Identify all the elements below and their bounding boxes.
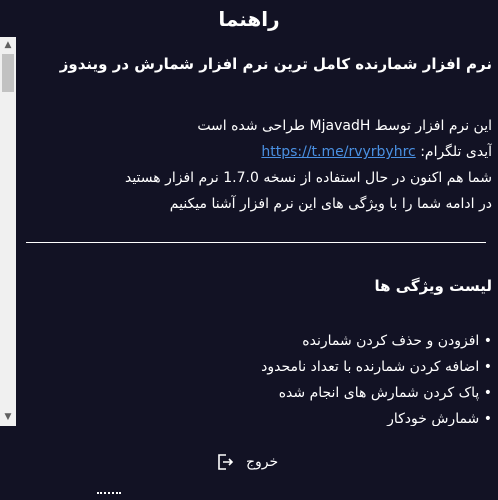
telegram-label: آیدی تلگرام:: [420, 144, 492, 160]
features-title: لیست ویژگی ها: [374, 277, 492, 295]
divider: [26, 242, 486, 243]
exit-label: خروج: [246, 454, 279, 470]
telegram-link[interactable]: https://t.me/rvyrbyhrc: [261, 144, 415, 160]
chevron-up-icon: ▲: [4, 40, 12, 50]
vertical-scrollbar[interactable]: ▲ ▼: [0, 37, 16, 426]
intro-line-version: شما هم اکنون در حال استفاده از نسخه 1.7.…: [124, 170, 492, 186]
chevron-down-icon: ▼: [4, 412, 12, 422]
scrollbar-thumb[interactable]: [2, 54, 14, 92]
list-item: پاک کردن شمارش های انجام شده: [261, 380, 492, 406]
scroll-up-button[interactable]: ▲: [0, 37, 16, 54]
exit-button[interactable]: خروج: [216, 450, 278, 474]
list-item: شمارش خودکار: [261, 406, 492, 426]
help-content: نرم افزار شمارنده کامل ترین نرم افزار شم…: [22, 37, 492, 426]
exit-icon: [218, 454, 234, 470]
intro-line-author: این نرم افزار توسط MjavadH طراحی شده است: [197, 118, 492, 134]
features-list: افزودن و حذف کردن شمارنده اضافه کردن شما…: [261, 328, 492, 426]
window-title: راهنما: [218, 7, 280, 31]
telegram-row: آیدی تلگرام: https://t.me/rvyrbyhrc: [125, 139, 492, 165]
list-item: اضافه کردن شمارنده با تعداد نامحدود: [261, 354, 492, 380]
intro-line-features: در ادامه شما را با ویژگی های این نرم افز…: [169, 196, 492, 212]
content-heading: نرم افزار شمارنده کامل ترین نرم افزار شم…: [59, 55, 492, 73]
scroll-down-button[interactable]: ▼: [0, 409, 16, 426]
intro-paragraph: این نرم افزار توسط MjavadH طراحی شده است…: [125, 113, 492, 217]
list-item: افزودن و حذف کردن شمارنده: [261, 328, 492, 354]
bottom-decoration: [97, 492, 121, 496]
